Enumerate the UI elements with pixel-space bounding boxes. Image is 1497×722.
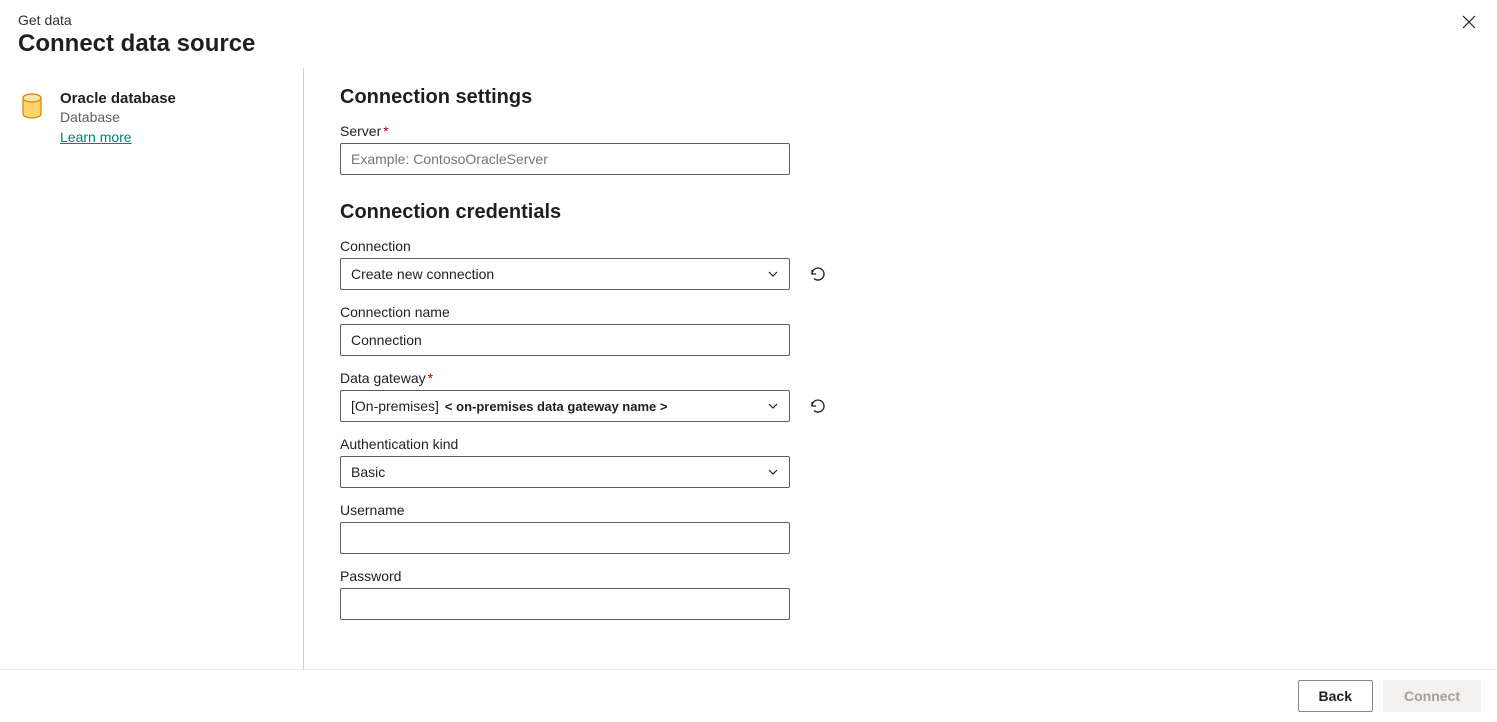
- source-item: Oracle database Database Learn more: [18, 90, 285, 145]
- source-info: Oracle database Database Learn more: [60, 90, 176, 145]
- data-gateway-select-value: [On-premises] < on-premises data gateway…: [351, 398, 667, 414]
- footer: Back Connect: [0, 669, 1497, 722]
- connection-select-value: Create new connection: [351, 266, 494, 282]
- back-button[interactable]: Back: [1298, 680, 1373, 712]
- server-field-group: Server*: [340, 123, 1461, 175]
- connection-name-field-group: Connection name: [340, 304, 1461, 356]
- close-button[interactable]: [1459, 12, 1479, 32]
- breadcrumb: Get data: [18, 12, 1479, 28]
- data-gateway-label: Data gateway*: [340, 370, 1461, 386]
- page-title: Connect data source: [18, 30, 1479, 58]
- password-input[interactable]: [340, 588, 790, 620]
- auth-kind-field-group: Authentication kind Basic: [340, 436, 1461, 488]
- auth-kind-label: Authentication kind: [340, 436, 1461, 452]
- password-field-group: Password: [340, 568, 1461, 620]
- source-name: Oracle database: [60, 90, 176, 107]
- username-input[interactable]: [340, 522, 790, 554]
- password-label: Password: [340, 568, 1461, 584]
- sidebar: Oracle database Database Learn more: [0, 68, 304, 669]
- username-label: Username: [340, 502, 1461, 518]
- source-type: Database: [60, 109, 176, 125]
- main-area: Oracle database Database Learn more Conn…: [0, 68, 1497, 669]
- data-gateway-label-text: Data gateway: [340, 370, 426, 386]
- connection-select[interactable]: Create new connection: [340, 258, 790, 290]
- refresh-icon: [809, 397, 827, 415]
- required-marker: *: [428, 370, 433, 386]
- refresh-icon: [809, 265, 827, 283]
- required-marker: *: [383, 123, 388, 139]
- chevron-down-icon: [767, 268, 779, 280]
- data-gateway-field-group: Data gateway* [On-premises] < on-premise…: [340, 370, 1461, 422]
- connection-field-group: Connection Create new connection: [340, 238, 1461, 290]
- connection-name-input[interactable]: [340, 324, 790, 356]
- server-label: Server*: [340, 123, 1461, 139]
- username-field-group: Username: [340, 502, 1461, 554]
- learn-more-link[interactable]: Learn more: [60, 129, 176, 145]
- server-label-text: Server: [340, 123, 381, 139]
- connection-label: Connection: [340, 238, 1461, 254]
- database-icon: [18, 92, 46, 120]
- connection-refresh-button[interactable]: [808, 264, 828, 284]
- data-gateway-select[interactable]: [On-premises] < on-premises data gateway…: [340, 390, 790, 422]
- header: Get data Connect data source: [0, 0, 1497, 68]
- connection-credentials-heading: Connection credentials: [340, 201, 1461, 224]
- data-gateway-row: [On-premises] < on-premises data gateway…: [340, 390, 1461, 422]
- data-gateway-refresh-button[interactable]: [808, 396, 828, 416]
- chevron-down-icon: [767, 400, 779, 412]
- data-gateway-hint: < on-premises data gateway name >: [445, 399, 668, 414]
- server-input[interactable]: [340, 143, 790, 175]
- connection-settings-heading: Connection settings: [340, 86, 1461, 109]
- auth-kind-select-value: Basic: [351, 464, 385, 480]
- connection-row: Create new connection: [340, 258, 1461, 290]
- connection-name-label: Connection name: [340, 304, 1461, 320]
- auth-kind-select[interactable]: Basic: [340, 456, 790, 488]
- connect-button[interactable]: Connect: [1383, 680, 1481, 712]
- close-icon: [1461, 14, 1477, 30]
- content: Connection settings Server* Connection c…: [304, 68, 1497, 669]
- data-gateway-prefix: [On-premises]: [351, 398, 439, 414]
- chevron-down-icon: [767, 466, 779, 478]
